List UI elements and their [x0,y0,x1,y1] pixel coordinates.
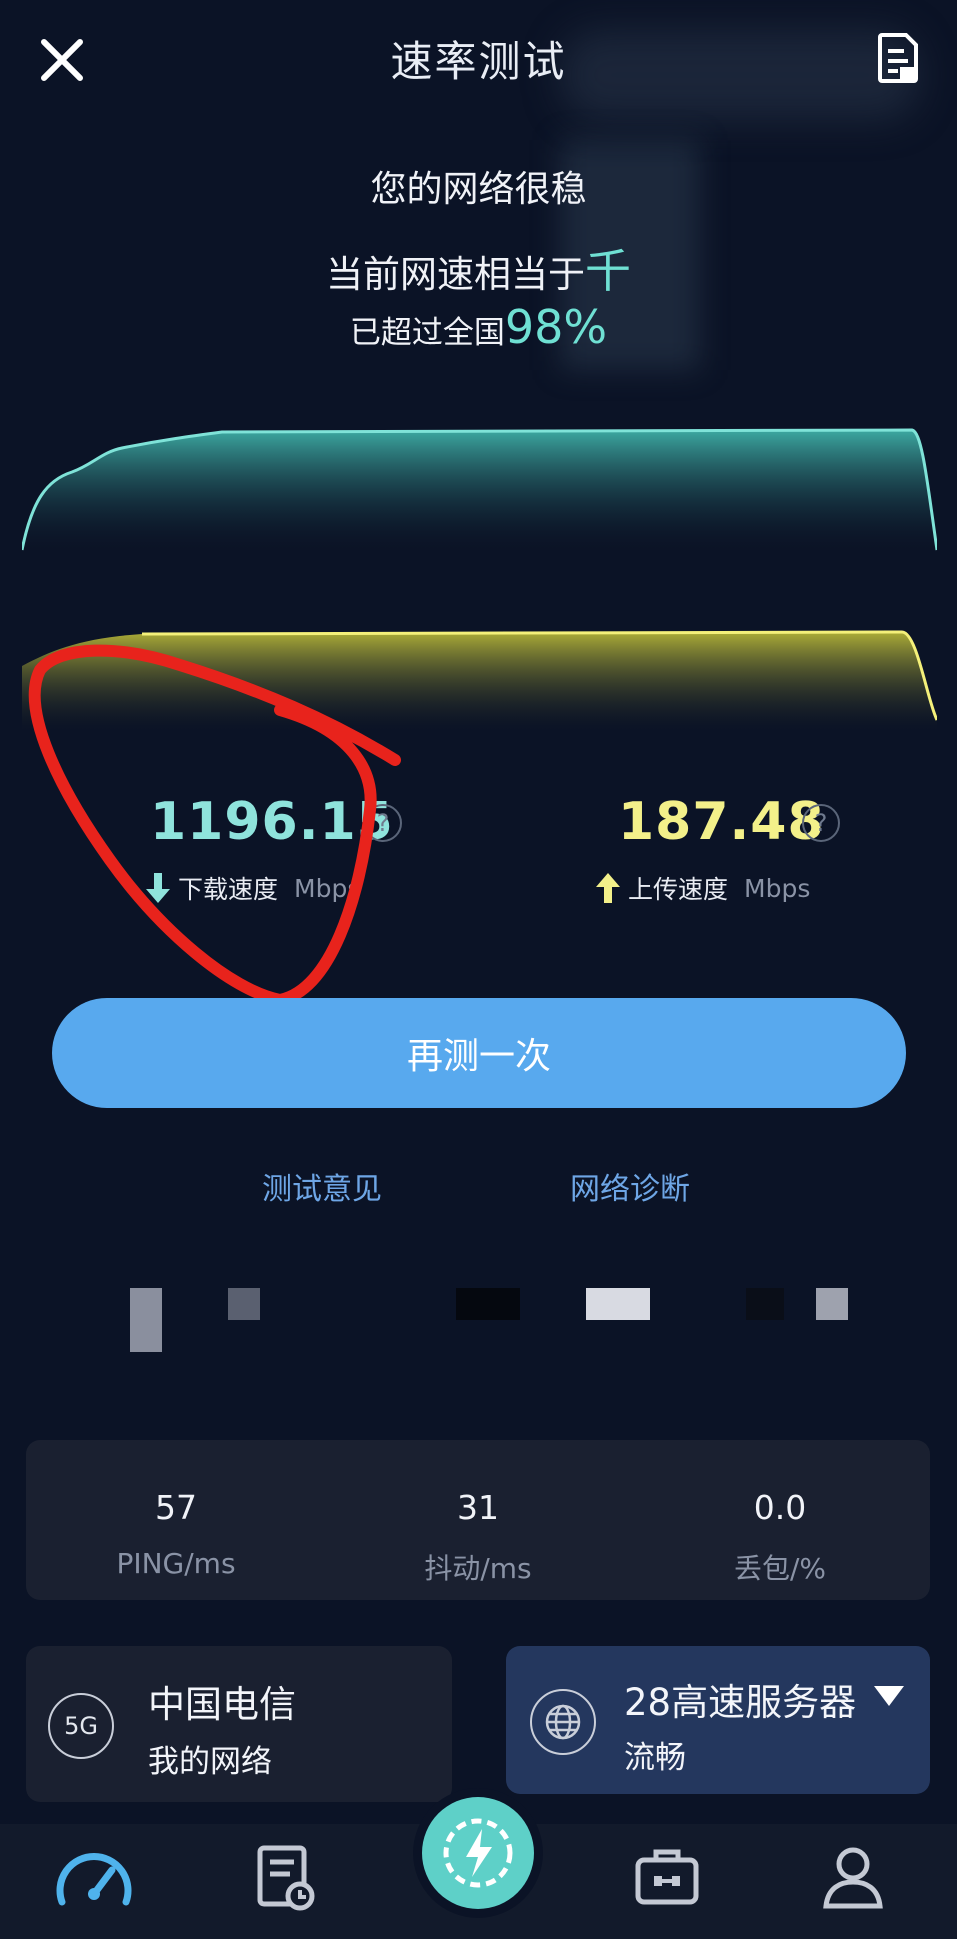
arrow-down-icon [146,873,170,903]
packet-loss-label: 丢包/% [733,1552,827,1585]
dropdown-triangle-icon [874,1686,904,1706]
nav-profile[interactable] [818,1842,888,1912]
speedometer-bolt-icon [422,1797,534,1909]
upload-help-icon[interactable]: ? [802,804,840,842]
upload-speed-value: 187.48 [618,792,825,852]
download-speed-unit: Mbps [294,873,361,903]
retest-button[interactable]: 再测一次 [52,998,906,1108]
ping-value: 57 [155,1488,197,1527]
network-stats-card: 57 PING/ms 31 抖动/ms 0.0 丢包/% [26,1440,930,1600]
nav-quick-test[interactable] [413,1788,543,1918]
download-graph-area [22,430,937,550]
packet-loss-stat: 0.0 丢包/% [630,1440,930,1587]
pixelated-redaction [0,1280,957,1360]
nav-speedtest[interactable] [54,1842,134,1912]
speedometer-icon [56,1853,132,1906]
server-name: 28高速服务器 [624,1681,857,1724]
download-speed-graph [22,428,937,551]
upload-speed-label-row: 上传速度 Mbps [596,870,810,906]
network-name: 我的网络 [148,1744,272,1780]
user-icon [823,1847,883,1909]
download-help-icon[interactable]: ? [364,804,402,842]
server-selector[interactable]: 28高速服务器 流畅 [506,1646,930,1794]
upload-graph-area [22,632,937,730]
server-status: 流畅 [624,1740,686,1776]
5g-badge-icon: 5G [48,1693,114,1759]
upload-speed-label: 上传速度 [628,875,729,904]
nav-tools[interactable] [632,1842,702,1912]
stability-message: 您的网络很稳 [370,169,587,210]
feedback-link[interactable]: 测试意见 [262,1164,382,1208]
report-button[interactable] [868,28,928,88]
arrow-up-icon [596,873,620,903]
jitter-value: 31 [457,1488,499,1527]
speed-equivalent-prefix: 当前网速相当于 [326,253,585,296]
jitter-stat: 31 抖动/ms [328,1440,628,1587]
download-speed-value: 1196.15 [150,792,394,852]
globe-icon [530,1689,596,1755]
nav-history[interactable] [250,1842,320,1912]
page-title: 速率测试 [390,37,567,86]
national-rank-message: 已超过全国98% [0,300,957,354]
ping-label: PING/ms [116,1547,236,1580]
download-speed-label-row: 下载速度 Mbps [146,870,360,906]
report-icon [878,33,918,83]
diagnose-link[interactable]: 网络诊断 [570,1164,690,1208]
upload-speed-unit: Mbps [744,873,811,903]
upload-speed-graph [22,630,937,730]
toolbox-icon [635,1849,699,1905]
packet-loss-value: 0.0 [753,1488,807,1527]
download-speed-label: 下载速度 [178,875,279,904]
carrier-name: 中国电信 [148,1683,296,1726]
jitter-label: 抖动/ms [424,1552,532,1585]
speed-equivalent-value: 千 [585,244,631,298]
history-icon [257,1845,315,1911]
national-rank-value: 98% [504,300,608,354]
speed-equivalent-message: 当前网速相当于千 [0,235,957,301]
national-rank-prefix: 已超过全国 [349,315,505,351]
network-card[interactable]: 5G 中国电信 我的网络 [26,1646,452,1802]
ping-stat: 57 PING/ms [26,1440,326,1580]
